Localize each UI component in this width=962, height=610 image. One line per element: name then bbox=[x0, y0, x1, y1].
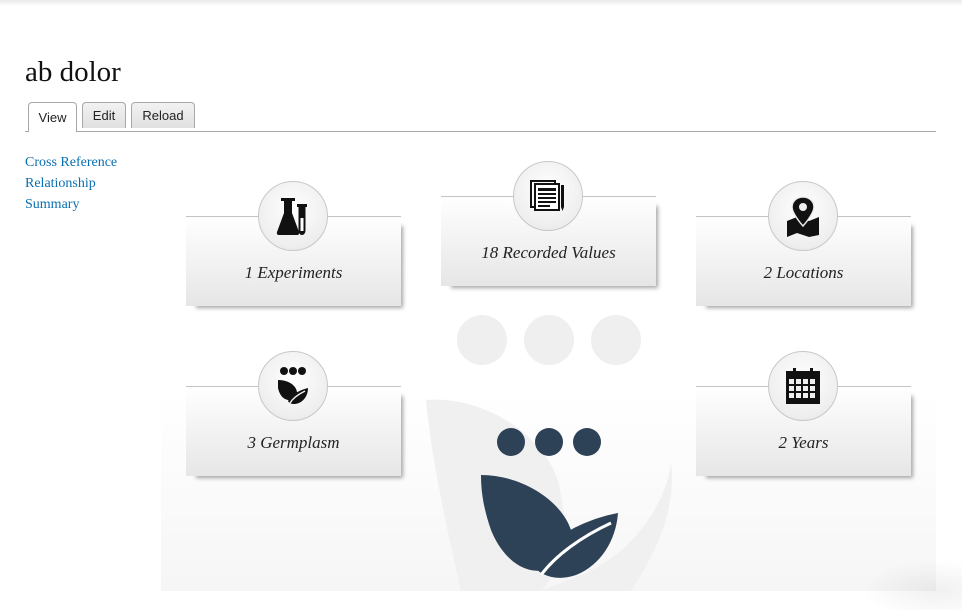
card-recorded-values[interactable]: 18 Recorded Values bbox=[441, 161, 656, 286]
sidebar-link-relationship[interactable]: Relationship bbox=[25, 173, 117, 194]
documents-icon bbox=[530, 180, 564, 211]
calendar-icon bbox=[786, 368, 820, 404]
page-title: ab dolor bbox=[25, 56, 121, 88]
card-experiments-label: 1 Experiments bbox=[244, 263, 343, 282]
card-germplasm[interactable]: 3 Germplasm bbox=[186, 351, 401, 476]
map-pin-icon bbox=[787, 196, 819, 237]
corner-shadow bbox=[860, 560, 962, 610]
sidebar-link-cross-reference[interactable]: Cross Reference bbox=[25, 152, 117, 173]
card-experiments[interactable]: 1 Experiments bbox=[186, 181, 401, 306]
tabs-bar: View Edit Reload bbox=[25, 102, 936, 132]
card-icon-circle bbox=[768, 181, 838, 251]
card-icon-circle bbox=[258, 351, 328, 421]
card-years-label: 2 Years bbox=[778, 433, 829, 452]
card-locations-label: 2 Locations bbox=[763, 263, 844, 282]
lab-flask-icon bbox=[276, 198, 307, 235]
sidebar-link-summary[interactable]: Summary bbox=[25, 194, 117, 215]
card-locations[interactable]: 2 Locations bbox=[696, 181, 911, 306]
tab-view[interactable]: View bbox=[28, 102, 77, 132]
card-germplasm-label: 3 Germplasm bbox=[247, 433, 340, 452]
card-icon-circle bbox=[258, 181, 328, 251]
card-years[interactable]: 2 Years bbox=[696, 351, 911, 476]
germplasm-leaf-icon bbox=[278, 367, 308, 404]
tab-reload[interactable]: Reload bbox=[131, 102, 195, 128]
card-icon-circle bbox=[768, 351, 838, 421]
summary-dashboard: 1 Experiments 18 Recorded Values 2 Locat… bbox=[161, 145, 936, 591]
sidebar-nav: Cross Reference Relationship Summary bbox=[25, 152, 117, 215]
top-bar bbox=[0, 0, 962, 6]
card-icon-circle bbox=[513, 161, 583, 231]
card-recorded-values-label: 18 Recorded Values bbox=[481, 243, 616, 262]
tab-edit[interactable]: Edit bbox=[82, 102, 126, 128]
